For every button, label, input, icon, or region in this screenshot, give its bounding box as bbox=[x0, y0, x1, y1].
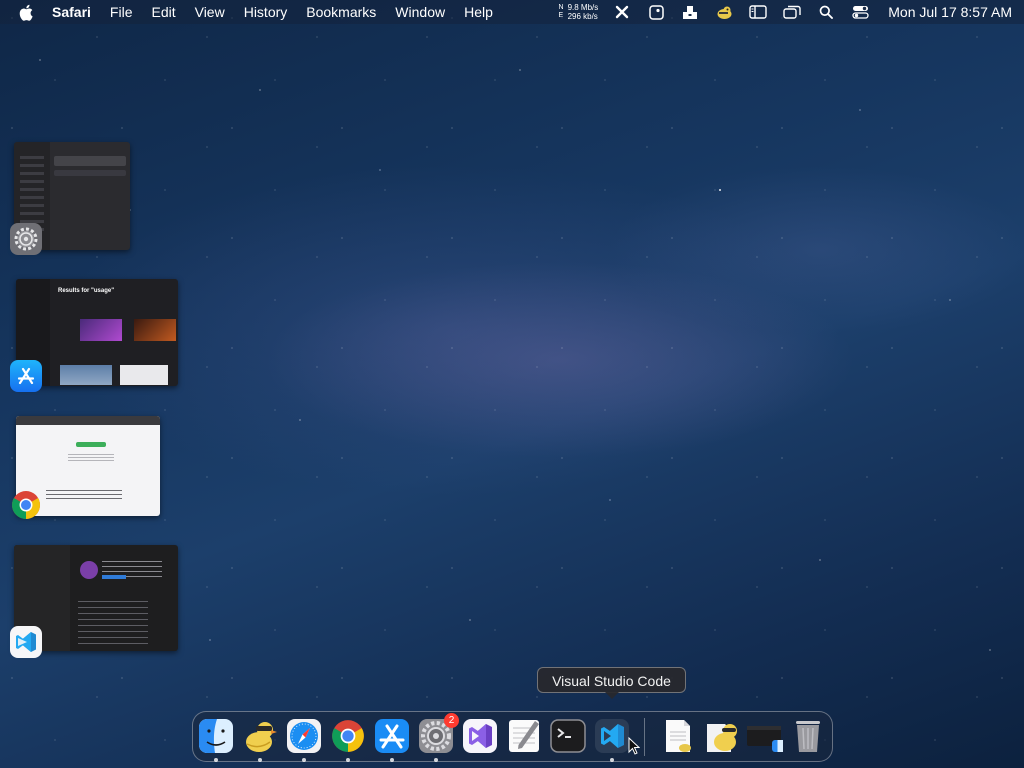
inbox-icon[interactable] bbox=[680, 0, 700, 24]
thumb-result-1 bbox=[80, 319, 122, 341]
menu-extras: N E 9.8 Mb/s 296 kb/s Mon Jul 17 8:57 AM bbox=[559, 0, 1013, 24]
thumb-result-4 bbox=[120, 365, 168, 385]
running-indicator bbox=[302, 758, 306, 762]
menu-bookmarks[interactable]: Bookmarks bbox=[306, 0, 376, 24]
menu-history[interactable]: History bbox=[244, 0, 288, 24]
cyberduck-icon[interactable] bbox=[714, 0, 734, 24]
dock-terminal-icon[interactable] bbox=[549, 717, 587, 755]
network-down-arrow: E bbox=[558, 12, 564, 19]
thumb-tag bbox=[102, 575, 126, 579]
dock-visual-studio-icon[interactable] bbox=[461, 717, 499, 755]
chrome-icon[interactable] bbox=[10, 489, 42, 521]
network-up-arrow: N bbox=[558, 4, 564, 11]
thumb-result-3 bbox=[60, 365, 112, 385]
dock-document-icon[interactable] bbox=[658, 717, 696, 755]
vscode-icon[interactable] bbox=[10, 626, 42, 658]
dashboard-icon[interactable] bbox=[646, 0, 666, 24]
network-download-speed: 296 kb/s bbox=[567, 12, 598, 21]
thumb-panel bbox=[54, 156, 126, 166]
dock-chrome-icon[interactable] bbox=[329, 717, 367, 755]
dock-safari-icon[interactable] bbox=[285, 717, 323, 755]
dock-textedit-icon[interactable] bbox=[505, 717, 543, 755]
running-indicator bbox=[390, 758, 394, 762]
thumb-content bbox=[78, 601, 148, 645]
menu-bar: Safari File Edit View History Bookmarks … bbox=[0, 0, 1024, 24]
windows-icon[interactable] bbox=[782, 0, 802, 24]
network-monitor[interactable]: N E 9.8 Mb/s 296 kb/s bbox=[559, 3, 599, 21]
search-icon[interactable] bbox=[816, 0, 836, 24]
running-indicator bbox=[434, 758, 438, 762]
thumb-title: Results for "usage" bbox=[58, 288, 115, 294]
thumb-text bbox=[68, 454, 114, 462]
menu-left: Safari File Edit View History Bookmarks … bbox=[18, 0, 512, 24]
dock-vscode-icon[interactable] bbox=[593, 717, 631, 755]
running-indicator bbox=[610, 758, 614, 762]
menu-view[interactable]: View bbox=[195, 0, 225, 24]
dock-cyberduck-icon[interactable] bbox=[241, 717, 279, 755]
running-indicator bbox=[214, 758, 218, 762]
thumb-panel-row bbox=[54, 170, 126, 176]
menu-app-name[interactable]: Safari bbox=[52, 0, 91, 24]
dock-finder-icon[interactable] bbox=[197, 717, 235, 755]
mouse-cursor-icon bbox=[628, 736, 641, 760]
dock-app-store-icon[interactable] bbox=[373, 717, 411, 755]
sidebar-icon[interactable] bbox=[748, 0, 768, 24]
thumb-avatar bbox=[80, 561, 98, 579]
apple-menu-icon[interactable] bbox=[18, 0, 34, 24]
running-indicator bbox=[346, 758, 350, 762]
notification-badge: 2 bbox=[444, 713, 459, 728]
thumb-button bbox=[76, 442, 106, 447]
menu-help[interactable]: Help bbox=[464, 0, 493, 24]
thumb-paragraph bbox=[46, 490, 122, 500]
running-indicator bbox=[258, 758, 262, 762]
dock-finder-window-icon[interactable] bbox=[746, 717, 784, 755]
dock-cyberduck-doc-icon[interactable] bbox=[702, 717, 740, 755]
dock-trash-icon[interactable] bbox=[789, 717, 827, 755]
menu-window[interactable]: Window bbox=[395, 0, 445, 24]
tools-icon[interactable] bbox=[612, 0, 632, 24]
dock-separator bbox=[644, 718, 645, 756]
network-arrows: N E bbox=[559, 4, 564, 20]
thumb-toolbar bbox=[16, 416, 160, 425]
menu-edit[interactable]: Edit bbox=[151, 0, 175, 24]
dock-tooltip: Visual Studio Code bbox=[537, 667, 686, 693]
menu-clock[interactable]: Mon Jul 17 8:57 AM bbox=[888, 4, 1012, 20]
control-center-icon[interactable] bbox=[850, 0, 870, 24]
system-settings-icon[interactable] bbox=[10, 223, 42, 255]
menu-file[interactable]: File bbox=[110, 0, 133, 24]
network-values: 9.8 Mb/s 296 kb/s bbox=[568, 3, 599, 21]
app-store-icon[interactable] bbox=[10, 360, 42, 392]
thumb-result-2 bbox=[134, 319, 176, 341]
dock-tooltip-tail bbox=[605, 692, 619, 699]
network-upload-speed: 9.8 Mb/s bbox=[567, 3, 599, 12]
